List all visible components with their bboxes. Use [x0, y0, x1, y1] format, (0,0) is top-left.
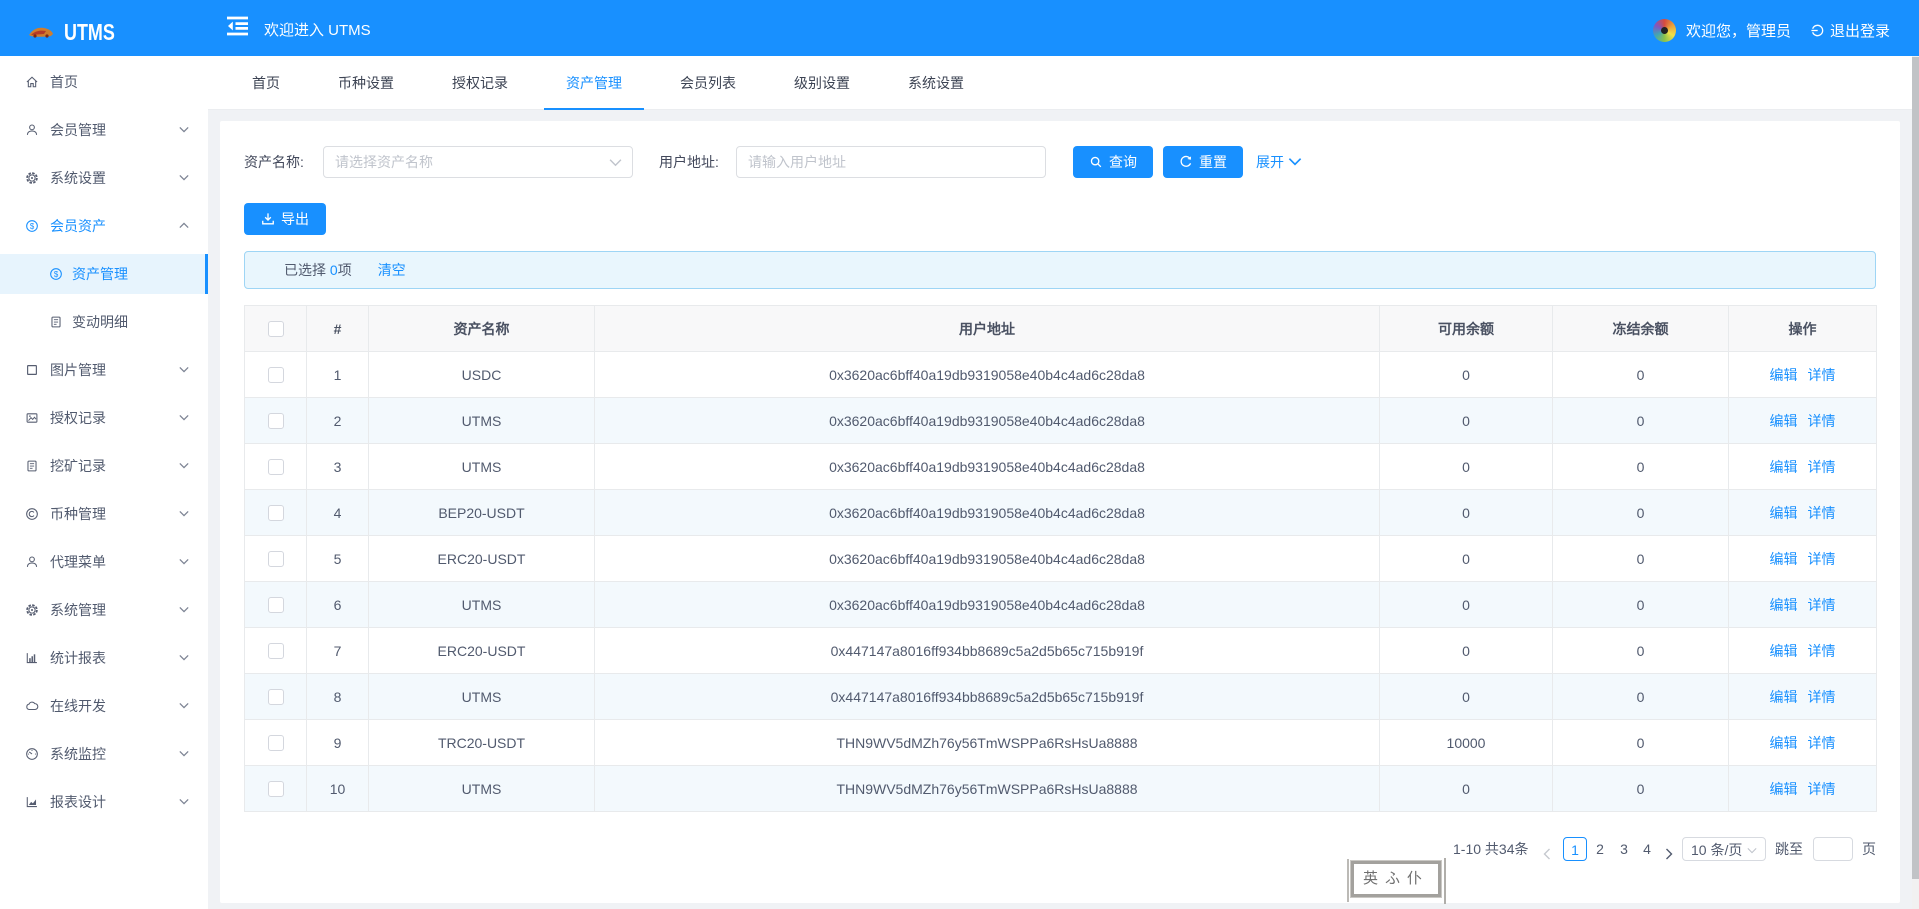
svg-text:$: $	[54, 270, 59, 279]
svg-text:$: $	[30, 222, 35, 231]
